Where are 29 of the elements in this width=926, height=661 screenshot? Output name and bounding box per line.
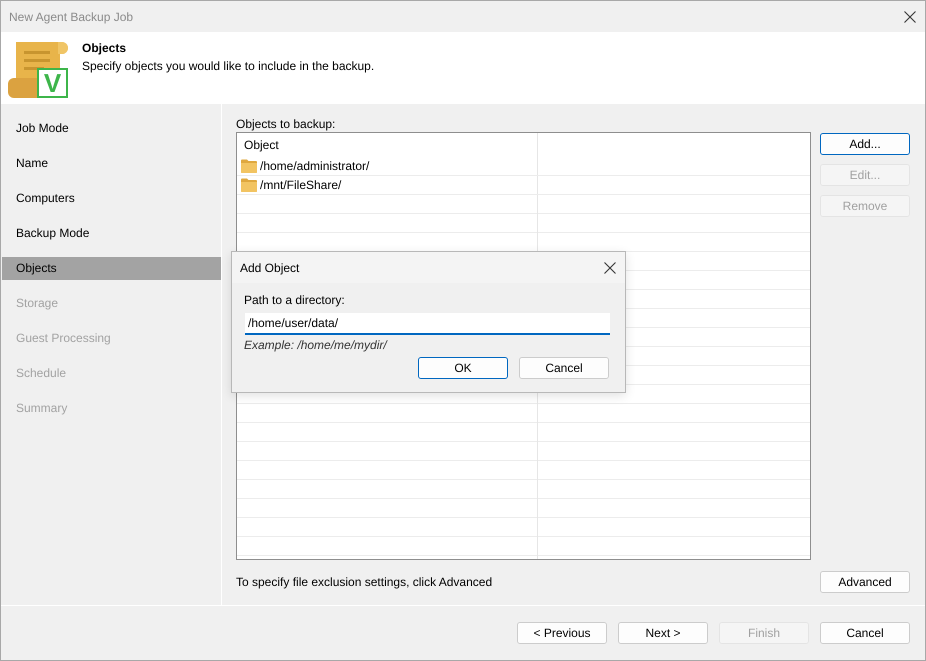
window-title: New Agent Backup Job bbox=[9, 8, 134, 24]
exclusion-hint: To specify file exclusion settings, click Advanced bbox=[236, 574, 492, 590]
step-item[interactable]: Name bbox=[2, 152, 221, 175]
step-item[interactable]: Backup Mode bbox=[2, 222, 221, 245]
step-item[interactable]: Computers bbox=[2, 187, 221, 210]
close-icon[interactable] bbox=[604, 262, 616, 274]
dialog-button[interactable]: Cancel bbox=[519, 357, 609, 379]
path-field[interactable]: /home/user/data/ bbox=[245, 313, 610, 335]
objects-label: Objects to backup: bbox=[236, 116, 336, 132]
wizard-button[interactable]: < Previous bbox=[517, 622, 607, 644]
page-title: Objects bbox=[82, 40, 128, 56]
page-subtitle: Specify objects you would like to include in the backup. bbox=[82, 58, 374, 74]
step-item[interactable]: Job Mode bbox=[2, 117, 221, 140]
wizard-button[interactable]: Cancel bbox=[820, 622, 910, 644]
wizard-button[interactable]: Next > bbox=[618, 622, 708, 644]
advanced-button[interactable]: Advanced bbox=[820, 571, 910, 593]
logo-badge: V bbox=[37, 68, 68, 98]
dialog-button[interactable]: OK bbox=[418, 357, 508, 379]
example-text: Example: /home/me/mydir/ bbox=[244, 337, 389, 353]
object-path[interactable]: /home/administrator/ bbox=[260, 158, 370, 174]
object-path[interactable]: /mnt/FileShare/ bbox=[260, 177, 342, 193]
folder-icon bbox=[241, 159, 257, 173]
action-button[interactable]: Add... bbox=[820, 133, 910, 155]
column-header[interactable]: Object bbox=[237, 133, 538, 157]
close-icon[interactable] bbox=[904, 10, 916, 22]
folder-icon bbox=[241, 178, 257, 192]
dialog-title: Add Object bbox=[240, 260, 300, 276]
step-item[interactable]: Objects bbox=[2, 257, 221, 280]
field-label: Path to a directory: bbox=[244, 292, 346, 308]
